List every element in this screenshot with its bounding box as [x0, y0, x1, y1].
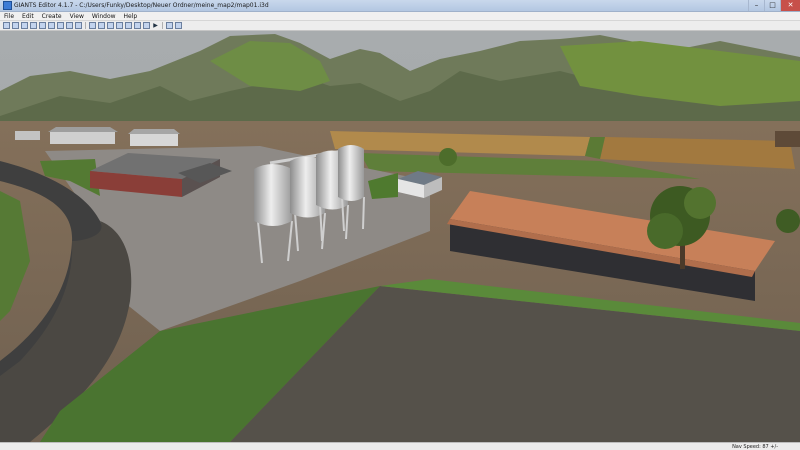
zoom-out-icon[interactable] — [175, 22, 182, 29]
redo-icon[interactable] — [75, 22, 82, 29]
export-icon[interactable] — [39, 22, 46, 29]
menu-create[interactable]: Create — [38, 12, 66, 21]
app-icon — [3, 1, 12, 10]
menu-view[interactable]: View — [66, 12, 88, 21]
maximize-button[interactable]: □ — [764, 0, 780, 11]
terrain-icon[interactable] — [125, 22, 132, 29]
menu-edit[interactable]: Edit — [18, 12, 38, 21]
copy-icon[interactable] — [57, 22, 64, 29]
menu-window[interactable]: Window — [88, 12, 120, 21]
rotate-icon[interactable] — [107, 22, 114, 29]
editor-window: GIANTS Editor 4.1.7 - C:/Users/Funky/Des… — [0, 0, 800, 450]
undo-icon[interactable] — [66, 22, 73, 29]
building — [130, 134, 178, 146]
3d-viewport[interactable] — [0, 31, 800, 442]
open-file-icon[interactable] — [12, 22, 19, 29]
close-button[interactable]: ✕ — [780, 0, 800, 11]
building — [15, 131, 40, 140]
import-icon[interactable] — [30, 22, 37, 29]
building — [50, 132, 115, 144]
move-icon[interactable] — [98, 22, 105, 29]
toolbar-separator — [85, 22, 86, 29]
toolbar-separator — [162, 22, 163, 29]
roof — [128, 129, 180, 134]
roof — [48, 127, 118, 132]
scene — [0, 31, 800, 442]
nav-speed-label: Nav Speed: 87 +/- — [732, 443, 778, 450]
status-bar: Nav Speed: 87 +/- — [0, 442, 800, 450]
window-title: GIANTS Editor 4.1.7 - C:/Users/Funky/Des… — [14, 2, 269, 9]
window-controls: – □ ✕ — [748, 0, 800, 12]
tree-foliage — [647, 213, 683, 249]
menu-help[interactable]: Help — [120, 12, 142, 21]
tree-foliage — [684, 187, 716, 219]
tree-foliage — [439, 148, 457, 166]
minimize-button[interactable]: – — [748, 0, 764, 11]
save-icon[interactable] — [21, 22, 28, 29]
zoom-in-icon[interactable] — [166, 22, 173, 29]
menu-bar: File Edit Create View Window Help — [0, 12, 800, 21]
select-icon[interactable] — [89, 22, 96, 29]
building — [775, 131, 800, 147]
foliage-icon[interactable] — [143, 22, 150, 29]
play-icon[interactable]: ▶ — [152, 22, 159, 29]
title-bar[interactable]: GIANTS Editor 4.1.7 - C:/Users/Funky/Des… — [0, 0, 800, 12]
cut-icon[interactable] — [48, 22, 55, 29]
tree-foliage — [776, 209, 800, 233]
tool-bar: ▶ — [0, 21, 800, 31]
new-file-icon[interactable] — [3, 22, 10, 29]
scale-icon[interactable] — [116, 22, 123, 29]
menu-file[interactable]: File — [0, 12, 18, 21]
paint-icon[interactable] — [134, 22, 141, 29]
